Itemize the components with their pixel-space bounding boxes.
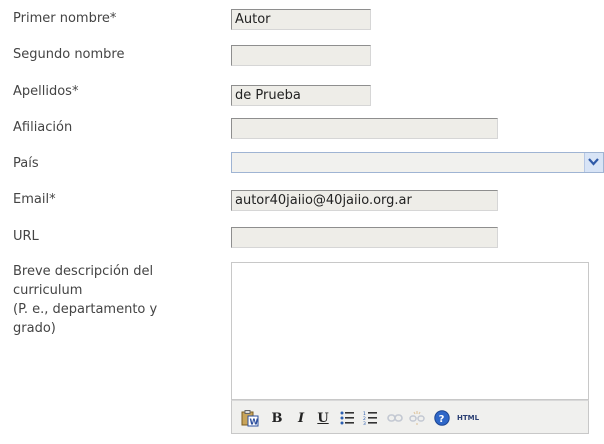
numbered-list-icon[interactable]: 1 2 3: [362, 410, 378, 426]
email-label: Email*: [13, 192, 56, 207]
italic-icon[interactable]: I: [294, 410, 308, 426]
bio-label-line-4: grado): [13, 321, 56, 336]
help-icon[interactable]: ?: [433, 410, 450, 426]
last-name-label: Apellidos*: [13, 84, 79, 99]
bio-label-line-1: Breve descripción del: [13, 264, 154, 279]
country-select[interactable]: [231, 152, 604, 173]
first-name-input[interactable]: Autor: [231, 9, 371, 30]
bullet-list-icon[interactable]: [339, 410, 355, 426]
svg-text:3: 3: [363, 421, 366, 425]
unlink-icon[interactable]: [409, 410, 425, 426]
url-label: URL: [13, 229, 39, 244]
first-name-label: Primer nombre*: [13, 11, 117, 26]
html-icon[interactable]: HTML: [456, 410, 480, 426]
affiliation-input[interactable]: [231, 118, 498, 139]
bio-textarea[interactable]: [231, 262, 589, 400]
middle-name-input[interactable]: [231, 45, 371, 66]
link-icon[interactable]: [387, 410, 403, 426]
affiliation-label: Afiliación: [13, 120, 73, 135]
email-input[interactable]: autor40jaiio@40jaiio.org.ar: [231, 190, 498, 211]
country-label: País: [13, 156, 39, 171]
url-input[interactable]: [231, 227, 498, 248]
bio-label: Breve descripción del curriculum (P. e.,…: [13, 262, 157, 338]
bio-label-line-2: curriculum: [13, 283, 83, 298]
editor-toolbar: W B I U 1 2 3 ? HTML: [231, 400, 589, 434]
last-name-input[interactable]: de Prueba: [231, 85, 371, 106]
paste-word-icon[interactable]: W: [240, 409, 260, 426]
svg-text:?: ?: [438, 414, 444, 425]
underline-icon[interactable]: U: [316, 410, 330, 426]
chevron-down-icon[interactable]: [584, 153, 603, 172]
svg-text:W: W: [250, 417, 259, 426]
middle-name-label: Segundo nombre: [13, 47, 125, 62]
bold-icon[interactable]: B: [270, 410, 284, 426]
bio-label-line-3: (P. e., departamento y: [13, 302, 158, 317]
